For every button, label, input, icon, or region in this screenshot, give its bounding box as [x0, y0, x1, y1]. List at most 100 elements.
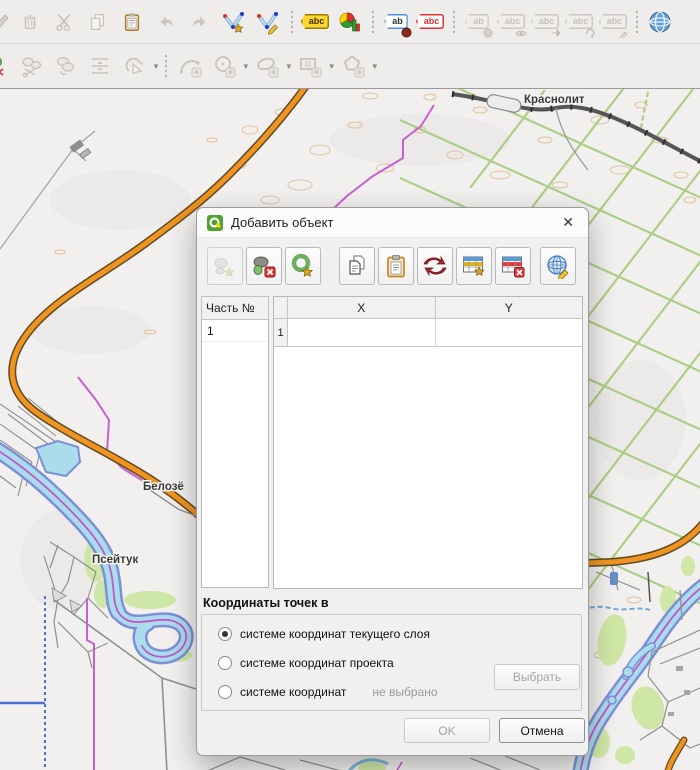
pin-labels-button[interactable]: ab	[381, 6, 411, 38]
add-part-button[interactable]	[207, 247, 243, 285]
digitizing-toolbar: abc ab abc ab abc abc	[0, 0, 700, 44]
add-circle-button[interactable]: ✳	[209, 50, 239, 82]
delete-part-button[interactable]	[246, 247, 282, 285]
ok-button[interactable]: OK	[404, 718, 490, 743]
radio-project-label: системе координат проекта	[240, 656, 394, 670]
advanced-digitizing-toolbar: ▼ ✳ ✳ ▼ ✳ ▼ ✳ ▼ ✳ ▼	[0, 44, 700, 88]
paste-coordinates-button[interactable]	[378, 247, 414, 285]
add-ellipse-button[interactable]: ✳	[252, 50, 282, 82]
add-row-button[interactable]	[456, 247, 492, 285]
rotate-label-button[interactable]: abc	[564, 6, 594, 38]
dialog-toolbar	[207, 246, 580, 286]
parts-table: Часть № 1	[201, 296, 269, 588]
dropdown-caret[interactable]: ▼	[371, 62, 379, 71]
toolbar-separator	[288, 9, 295, 35]
metasearch-globe-button[interactable]	[645, 6, 675, 38]
main-toolbars: abc ab abc ab abc abc	[0, 0, 700, 89]
split-features-button[interactable]	[17, 50, 47, 82]
radio-button-checked[interactable]	[218, 627, 232, 641]
cancel-button[interactable]: Отмена	[499, 718, 585, 743]
vertex-tool-current-layer-button[interactable]	[253, 6, 283, 38]
dropdown-caret[interactable]: ▼	[242, 62, 250, 71]
highlight-pinned-labels-button[interactable]: abc	[415, 6, 445, 38]
reverse-line-icon[interactable]	[0, 50, 15, 82]
undo-button[interactable]	[151, 6, 181, 38]
radio-layer-crs[interactable]: системе координат текущего слоя	[218, 627, 430, 641]
coordinates-table-header: X Y	[274, 297, 582, 319]
table-corner-cell	[274, 297, 288, 319]
svg-text:✳: ✳	[193, 68, 200, 77]
cell-y[interactable]	[436, 319, 583, 347]
dropdown-caret[interactable]: ▼	[328, 62, 336, 71]
crs-status-text: не выбрано	[372, 685, 437, 699]
rotate-feature-button[interactable]	[119, 50, 149, 82]
pin-gray-badge	[483, 28, 493, 40]
close-icon[interactable]: ✕	[558, 212, 578, 233]
qgis-logo-icon	[207, 215, 223, 231]
choose-crs-button[interactable]: Выбрать	[494, 664, 580, 690]
abc-yellow-icon: abc	[301, 14, 330, 29]
vertex-tool-all-layers-button[interactable]	[219, 6, 249, 38]
coords-group-title: Координаты точек в	[203, 596, 329, 610]
qgis-window: abc ab abc ab abc abc	[0, 0, 700, 770]
svg-text:✳: ✳	[270, 68, 277, 77]
column-header-y[interactable]: Y	[436, 297, 583, 319]
move-label-button[interactable]: abc	[530, 6, 560, 38]
radio-button[interactable]	[218, 656, 232, 670]
radio-layer-label: системе координат текущего слоя	[240, 627, 430, 641]
dialog-title: Добавить объект	[231, 215, 333, 230]
add-circular-string-button[interactable]: ✳	[175, 50, 205, 82]
radio-custom-label: системе координат	[240, 685, 346, 699]
change-label-button[interactable]: abc	[598, 6, 628, 38]
svg-text:✳: ✳	[356, 68, 363, 77]
parts-header: Часть №	[201, 296, 269, 320]
pin-unpin-labels-button[interactable]: ab	[462, 6, 492, 38]
redo-button[interactable]	[185, 6, 215, 38]
svg-text:✳: ✳	[227, 68, 234, 77]
reverse-order-button[interactable]	[417, 247, 453, 285]
pencil-badge	[619, 28, 629, 40]
parts-list-item[interactable]: 1	[202, 320, 268, 342]
svg-text:✳: ✳	[313, 68, 320, 77]
delete-selected-button[interactable]	[15, 6, 45, 38]
copy-features-button[interactable]	[83, 6, 113, 38]
set-crs-button[interactable]	[540, 247, 576, 285]
merge-features-button[interactable]	[85, 50, 115, 82]
add-rectangle-button[interactable]: ✳	[295, 50, 325, 82]
toolbar-separator	[633, 9, 640, 35]
delete-row-button[interactable]	[495, 247, 531, 285]
parts-list[interactable]: 1	[201, 320, 269, 588]
layer-diagram-button[interactable]	[334, 6, 364, 38]
move-arrow-badge	[551, 28, 561, 40]
eye-badge	[515, 29, 527, 40]
toggle-editing-icon[interactable]	[0, 6, 13, 38]
cut-features-button[interactable]	[49, 6, 79, 38]
column-header-x[interactable]: X	[288, 297, 436, 319]
place-label-krasnolit: Краснолит	[524, 94, 585, 106]
place-label-pseytuk: Псейтук	[92, 554, 138, 566]
radio-custom-crs[interactable]: системе координат не выбрано	[218, 685, 438, 699]
coords-group-box: системе координат текущего слоя системе …	[201, 614, 582, 711]
radio-button[interactable]	[218, 685, 232, 699]
toolbar-separator	[369, 9, 376, 35]
show-hide-labels-button[interactable]: abc	[496, 6, 526, 38]
dropdown-caret[interactable]: ▼	[285, 62, 293, 71]
dropdown-caret[interactable]: ▼	[152, 62, 160, 71]
table-row: 1	[274, 319, 582, 347]
dialog-title-bar[interactable]: Добавить объект ✕	[197, 208, 588, 238]
cell-x[interactable]	[288, 319, 436, 347]
rotate-badge	[585, 28, 595, 40]
row-header[interactable]: 1	[274, 319, 288, 347]
abc-gray-icon: abc	[497, 14, 526, 29]
add-regular-polygon-button[interactable]: ✳	[338, 50, 368, 82]
split-parts-button[interactable]	[51, 50, 81, 82]
toolbar-separator	[450, 9, 457, 35]
copy-coordinates-button[interactable]	[339, 247, 375, 285]
paste-features-button[interactable]	[117, 6, 147, 38]
radio-project-crs[interactable]: системе координат проекта	[218, 656, 394, 670]
toolbar-separator	[163, 53, 170, 79]
coordinates-table: X Y 1	[273, 296, 583, 589]
layer-labeling-button[interactable]: abc	[300, 6, 330, 38]
add-ring-button[interactable]	[285, 247, 321, 285]
place-label-belozyo: Белозё	[143, 481, 184, 493]
